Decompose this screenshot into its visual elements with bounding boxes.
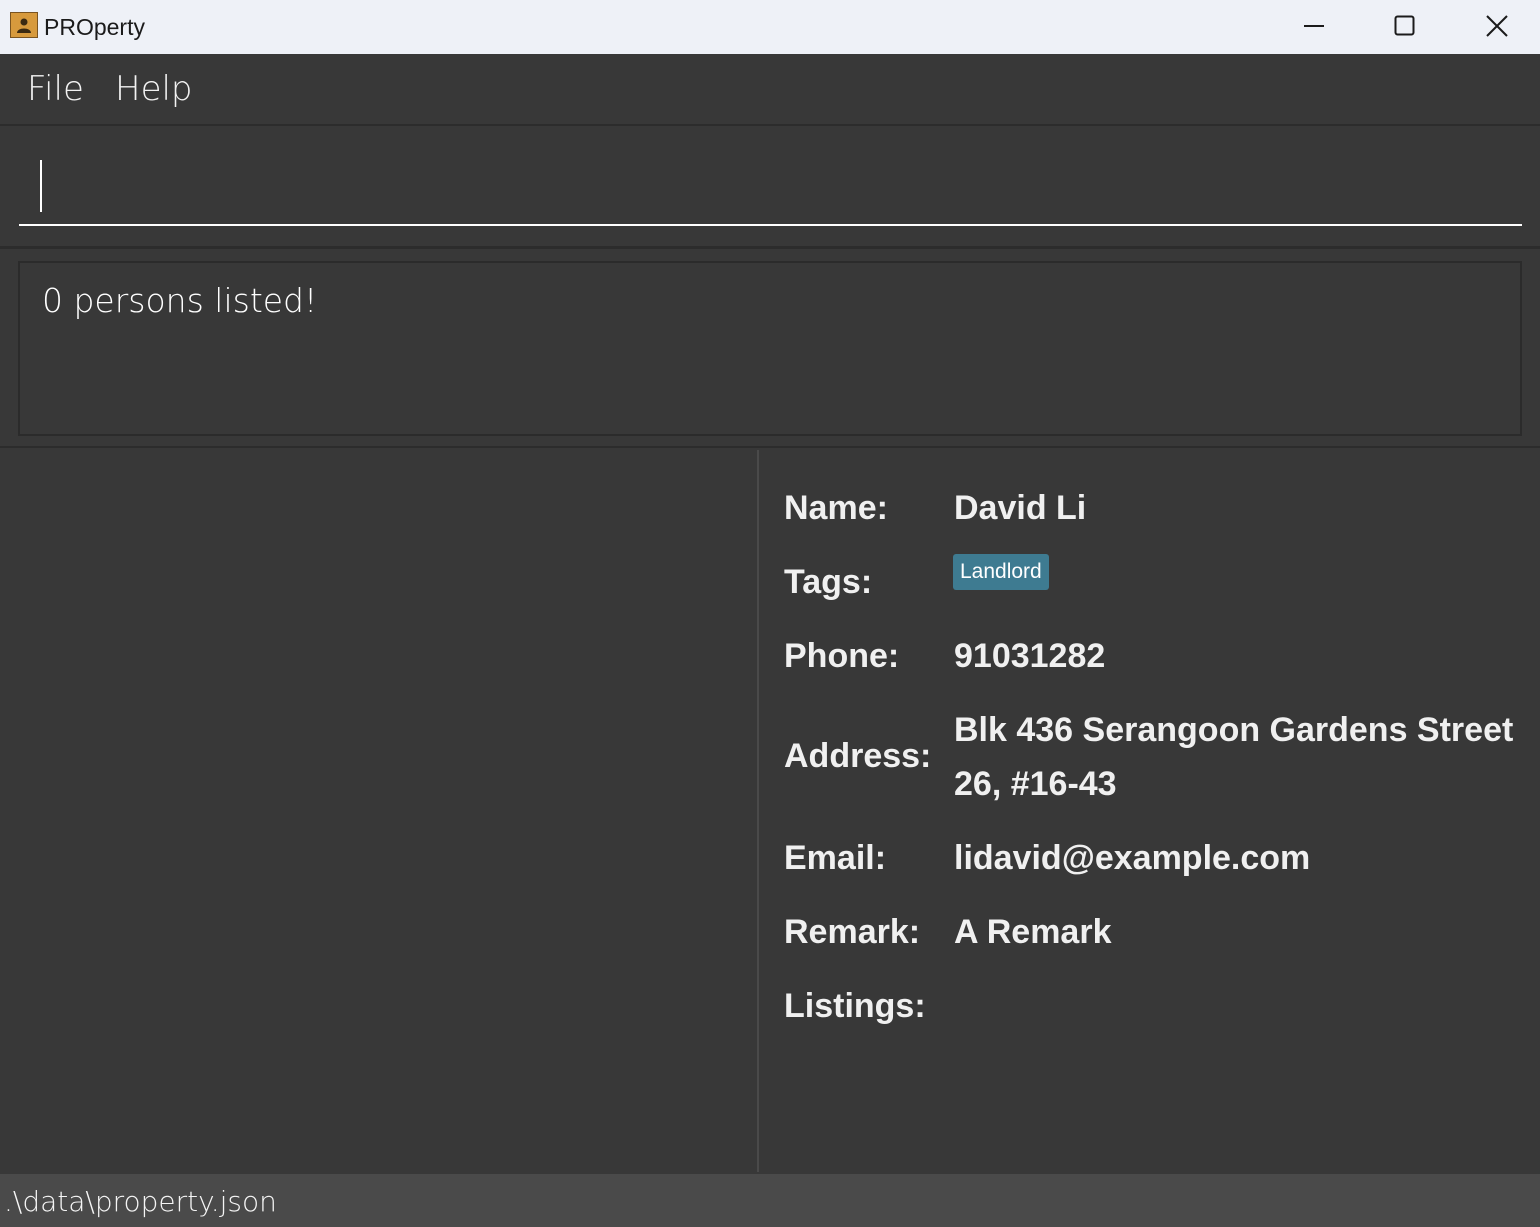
app-logo-icon	[10, 12, 38, 38]
result-display: 0 persons listed!	[18, 261, 1522, 436]
close-icon	[1486, 15, 1508, 37]
window-title: PROperty	[44, 14, 145, 40]
listings-label: Listings:	[784, 987, 926, 1025]
person-detail-panel: Name: David Li Tags: Landlord Phone: 910…	[759, 448, 1540, 1174]
minimize-icon	[1304, 25, 1324, 27]
address-label: Address:	[784, 737, 932, 775]
status-bar: .\data\property.json	[0, 1174, 1540, 1227]
maximize-button[interactable]	[1358, 0, 1450, 54]
remark-value: A Remark	[954, 913, 1112, 951]
minimize-button[interactable]	[1268, 0, 1360, 54]
data-file-path: .\data\property.json	[4, 1185, 277, 1218]
title-bar: PROperty	[0, 0, 1540, 54]
menu-help[interactable]: Help	[115, 69, 193, 109]
tag-badge: Landlord	[953, 554, 1049, 590]
remark-label: Remark:	[784, 913, 921, 951]
result-message: 0 persons listed!	[42, 281, 318, 320]
phone-label: Phone:	[784, 637, 900, 675]
tags-label: Tags:	[784, 563, 873, 601]
maximize-icon	[1394, 15, 1415, 36]
person-list-panel[interactable]	[0, 448, 757, 1174]
command-area	[0, 126, 1540, 249]
text-cursor	[40, 160, 42, 212]
phone-value: 91031282	[954, 637, 1106, 675]
menu-bar: File Help	[0, 54, 1540, 126]
email-label: Email:	[784, 839, 887, 877]
command-input[interactable]	[19, 150, 1522, 226]
menu-file[interactable]: File	[27, 69, 84, 109]
close-button[interactable]	[1450, 0, 1540, 54]
name-label: Name:	[784, 489, 888, 527]
email-value: lidavid@example.com	[954, 839, 1311, 877]
name-value: David Li	[954, 489, 1087, 527]
address-value: Blk 436 Serangoon Gardens Street 26, #16…	[954, 711, 1514, 803]
